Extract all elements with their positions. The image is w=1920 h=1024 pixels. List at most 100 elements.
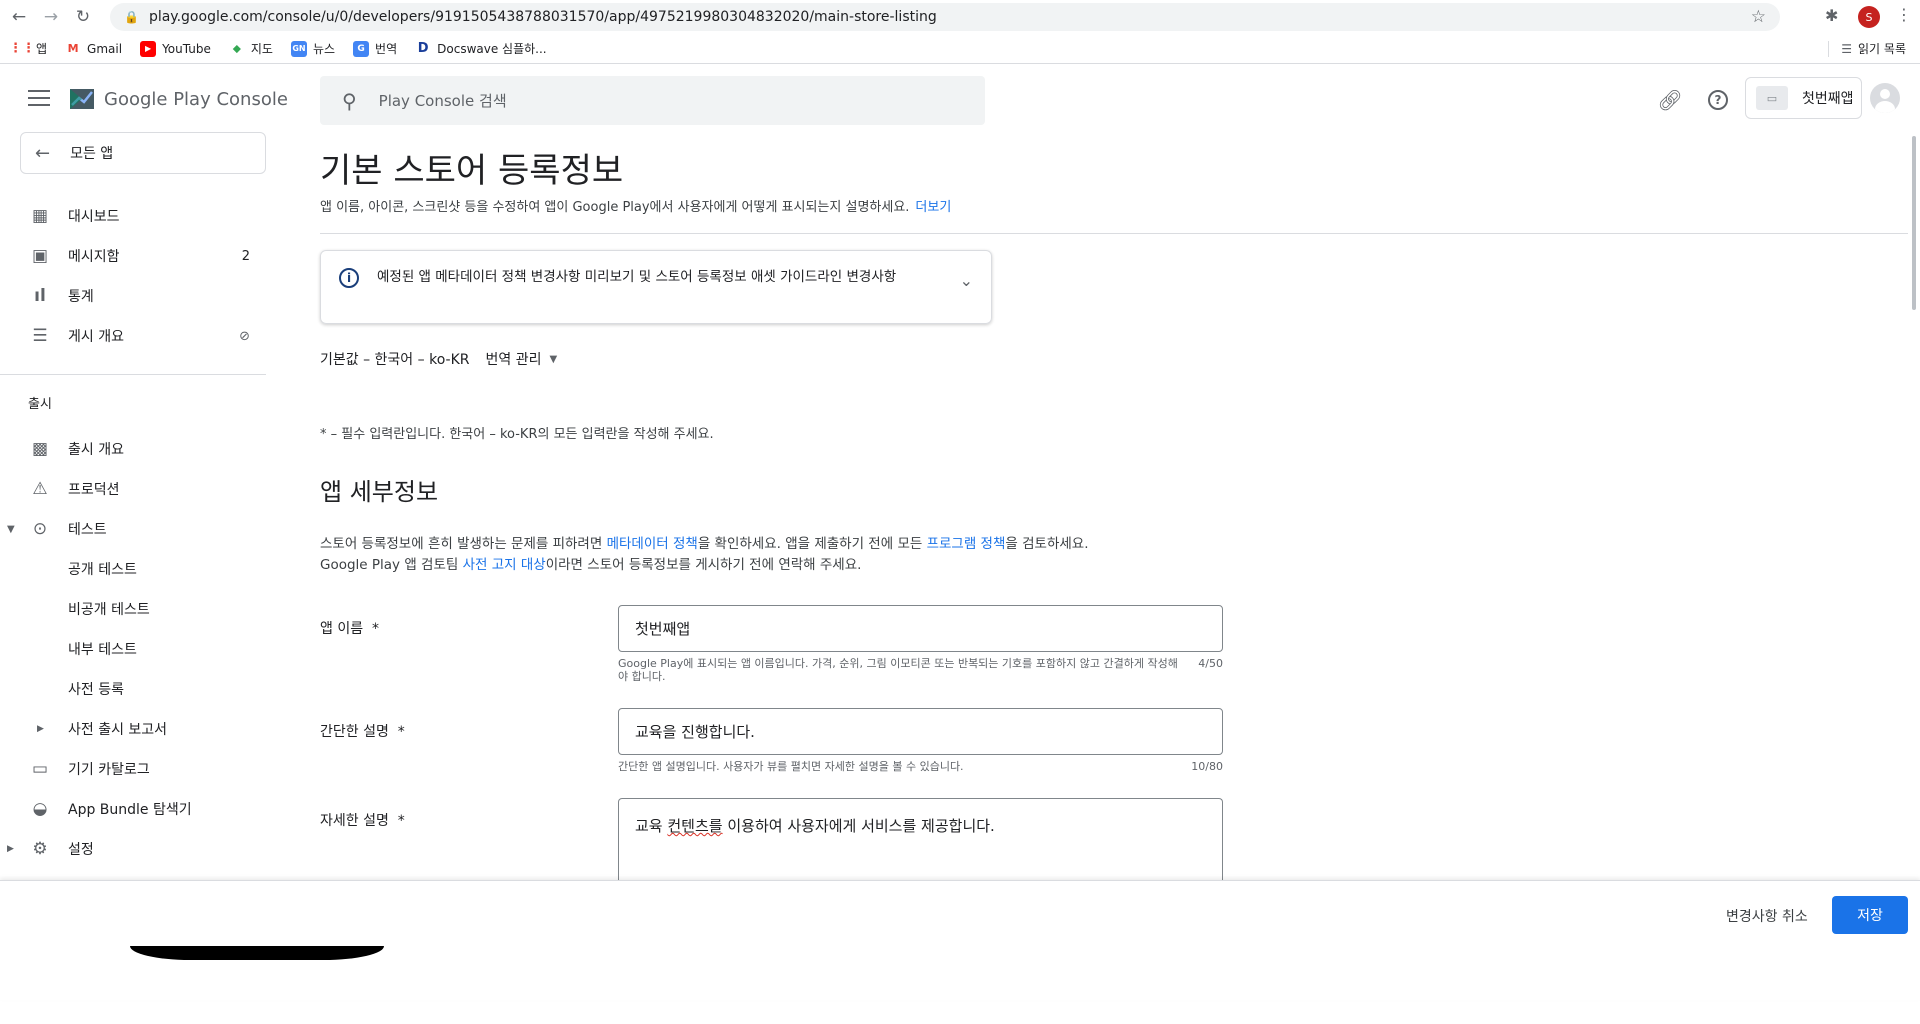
manage-translations-dropdown[interactable]: 번역 관리 ▼	[485, 349, 557, 369]
advance-notice-link[interactable]: 사전 고지 대상	[463, 557, 546, 573]
sidebar-item-app-bundle-explorer[interactable]: ◒ App Bundle 탐색기	[0, 791, 266, 827]
sidebar-section-release: 출시	[28, 397, 52, 412]
full-description-label: 자세한 설명 *	[320, 813, 405, 829]
save-footer-bar	[0, 880, 1920, 1000]
console-search-input[interactable]: ⚲ Play Console 검색	[320, 76, 985, 125]
reload-icon[interactable]: ↻	[70, 4, 96, 30]
sidebar-divider	[0, 374, 266, 375]
browser-menu-icon[interactable]: ⋮	[1896, 5, 1912, 24]
back-arrow-icon: ←	[35, 142, 51, 164]
sidebar-item-settings[interactable]: ▶ ⚙ 설정	[0, 831, 266, 867]
sidebar-item-dashboard[interactable]: ▦ 대시보드	[0, 198, 266, 234]
app-selector[interactable]: ▭ 첫번째앱	[1745, 77, 1862, 119]
testing-icon: ⊙	[32, 519, 48, 539]
short-description-counter: 10/80	[1191, 760, 1223, 773]
sidebar-item-pre-registration[interactable]: 사전 등록	[0, 671, 266, 707]
browser-profile-avatar[interactable]: S	[1858, 6, 1880, 28]
sidebar-item-publishing-overview[interactable]: ☰ 게시 개요 ⊘	[0, 318, 266, 354]
settings-gear-icon: ⚙	[32, 839, 48, 859]
forward-arrow-icon[interactable]: →	[38, 4, 64, 30]
collapsed-caret-icon: ▶	[7, 844, 14, 854]
dropdown-arrow-icon: ▼	[549, 353, 558, 365]
menu-hamburger-icon[interactable]	[28, 90, 50, 106]
gmail-icon: M	[67, 42, 79, 55]
sidebar-item-closed-testing[interactable]: 비공개 테스트	[0, 591, 266, 627]
app-name-label: 앱 이름 *	[320, 621, 379, 637]
sidebar-item-release-overview[interactable]: ▩ 출시 개요	[0, 431, 266, 467]
bookmark-docswave[interactable]: D Docswave 심플하...	[415, 40, 547, 57]
bookmark-maps[interactable]: ⬥ 지도	[229, 40, 273, 57]
collapsed-caret-icon: ▶	[37, 724, 44, 734]
full-description-textarea[interactable]: 교육 컨텐츠를 이용하여 사용자에게 서비스를 제공합니다.	[618, 798, 1223, 888]
app-bundle-icon: ◒	[32, 799, 48, 819]
sidebar-item-production[interactable]: ⚠︎ 프로덕션	[0, 471, 266, 507]
short-description-label: 간단한 설명 *	[320, 724, 405, 740]
bookmark-gmail[interactable]: M Gmail	[65, 41, 123, 57]
apps-grid-icon: ⋮⋮	[9, 41, 35, 56]
news-icon: GN	[290, 40, 307, 57]
bookmark-news[interactable]: GN 뉴스	[290, 40, 335, 57]
address-bar[interactable]: 🔒 play.google.com/console/u/0/developers…	[110, 3, 1780, 31]
short-description-input[interactable]: 교육을 진행합니다.	[618, 708, 1223, 755]
reading-list[interactable]: ☰ 읽기 목록	[1828, 40, 1906, 57]
header-divider	[320, 233, 1908, 234]
account-avatar[interactable]	[1870, 83, 1900, 113]
discard-changes-button[interactable]: 변경사항 취소	[1726, 906, 1808, 926]
policy-info-banner[interactable]: i 예정된 앱 메타데이터 정책 변경사항 미리보기 및 스토어 등록정보 애셋…	[320, 250, 992, 324]
page-subtitle: 앱 이름, 아이콘, 스크린샷 등을 수정하여 앱이 Google Play에서…	[320, 200, 952, 215]
default-language: 기본값 – 한국어 – ko-KR	[320, 352, 470, 368]
app-name-help: Google Play에 표시되는 앱 이름입니다. 가격, 순위, 그림 이모…	[618, 657, 1178, 683]
obscured-region	[130, 946, 384, 960]
save-button[interactable]: 저장	[1832, 896, 1908, 934]
metadata-policy-link[interactable]: 메타데이터 정책	[607, 536, 698, 552]
sidebar-item-device-catalog[interactable]: ▭ 기기 카탈로그	[0, 751, 266, 787]
maps-icon: ⬥	[233, 41, 241, 55]
program-policies-link[interactable]: 프로그램 정책	[927, 536, 1006, 552]
required-fields-note: * – 필수 입력란입니다. 한국어 – ko-KR의 모든 입력란을 작성해 …	[320, 427, 714, 442]
link-icon[interactable]: 🔗︎	[1657, 88, 1682, 112]
sidebar-item-open-testing[interactable]: 공개 테스트	[0, 551, 266, 587]
app-name-counter: 4/50	[1198, 657, 1223, 670]
dashboard-icon: ▦	[31, 206, 49, 226]
short-description-help: 간단한 앱 설명입니다. 사용자가 뷰를 펼치면 자세한 설명을 볼 수 있습니…	[618, 760, 964, 773]
release-overview-icon: ▩	[31, 439, 49, 459]
help-icon[interactable]: ?	[1706, 88, 1730, 112]
url-text: play.google.com/console/u/0/developers/9…	[148, 9, 937, 25]
sidebar-item-testing[interactable]: ▼ ⊙ 테스트	[0, 511, 266, 547]
device-catalog-icon: ▭	[31, 759, 49, 779]
policy-guidance: 스토어 등록정보에 흔히 발생하는 문제를 피하려면 메타데이터 정책을 확인하…	[320, 536, 1089, 573]
bookmark-translate[interactable]: G 번역	[353, 40, 397, 57]
search-icon: ⚲	[342, 88, 357, 113]
page-scrollbar[interactable]	[1912, 136, 1916, 310]
app-details-heading: 앱 세부정보	[320, 478, 439, 506]
play-console-logo[interactable]: Google Play Console	[68, 85, 288, 113]
back-arrow-icon[interactable]: ←	[6, 4, 32, 30]
sidebar-item-pre-launch-report[interactable]: ▶ 사전 출시 보고서	[0, 711, 266, 747]
android-icon: ▭	[1756, 86, 1788, 110]
app-name-input[interactable]: 첫번째앱	[618, 605, 1223, 652]
bookmark-apps[interactable]: ⋮⋮ 앱	[9, 40, 47, 57]
brand-name: Google Play Console	[104, 88, 288, 110]
sidebar-item-statistics[interactable]: ıl 통계	[0, 278, 266, 314]
inbox-icon: ▣	[31, 246, 49, 266]
sidebar-item-inbox[interactable]: ▣ 메시지함 2	[0, 238, 266, 274]
inbox-count-badge: 2	[241, 248, 250, 264]
production-icon: ⚠︎	[32, 479, 48, 499]
selected-app-name: 첫번째앱	[1802, 91, 1854, 107]
sidebar-item-internal-testing[interactable]: 내부 테스트	[0, 631, 266, 667]
extensions-puzzle-icon[interactable]: ✱	[1825, 6, 1838, 25]
info-banner-text: 예정된 앱 메타데이터 정책 변경사항 미리보기 및 스토어 등록정보 애셋 가…	[377, 269, 897, 285]
all-apps-button[interactable]: ← 모든 앱	[20, 132, 266, 174]
search-placeholder: Play Console 검색	[378, 92, 507, 110]
bookmark-youtube[interactable]: ▶ YouTube	[140, 40, 211, 57]
translate-icon: G	[353, 40, 370, 57]
info-icon: i	[339, 268, 359, 288]
learn-more-link[interactable]: 더보기	[915, 200, 951, 215]
publishing-overview-icon: ☰	[32, 326, 48, 346]
chevron-down-icon[interactable]: ⌄	[960, 271, 973, 290]
language-row: 기본값 – 한국어 – ko-KR 번역 관리 ▼	[320, 349, 557, 369]
bookmark-star-icon[interactable]: ☆	[1751, 7, 1766, 27]
bookmarks-bar: ⋮⋮ 앱 M Gmail ▶ YouTube ⬥ 지도 GN 뉴스 G 번역 D…	[0, 34, 1920, 64]
expanded-caret-icon: ▼	[7, 523, 15, 535]
misspelled-word: 컨텐츠를	[667, 817, 723, 835]
